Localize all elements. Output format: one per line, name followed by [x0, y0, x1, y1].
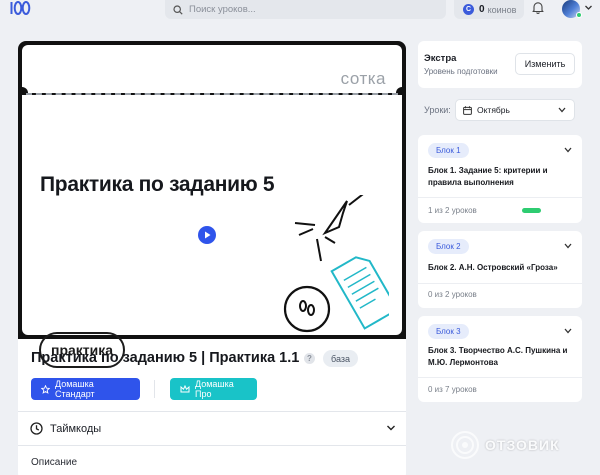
chevron-down-icon — [558, 107, 566, 113]
chevron-down-icon[interactable] — [564, 328, 572, 334]
block-title: Блок 1. Задание 5: критерии и правила вы… — [428, 166, 548, 187]
otzovik-watermark: ОТЗОВИК — [450, 430, 560, 460]
lesson-block[interactable]: Блок 3 Блок 3. Творчество А.С. Пушкина и… — [418, 316, 582, 402]
star-icon — [41, 384, 50, 394]
divider — [418, 283, 582, 284]
crown-icon — [180, 385, 190, 393]
level-subtitle: Уровень подготовки — [424, 67, 498, 76]
calendar-icon — [463, 105, 472, 115]
lessons-label: Уроки: — [424, 105, 451, 115]
slide-title: Практика по заданию 5 — [40, 173, 275, 196]
sotka-logo[interactable] — [9, 0, 31, 16]
coins-label: коинов — [487, 4, 517, 15]
month-select[interactable]: Октябрь — [455, 99, 575, 121]
button-divider — [154, 380, 155, 398]
lessons-filter: Уроки: Октябрь — [418, 97, 582, 123]
video-slide-header: сотка — [22, 45, 402, 93]
level-card: Экстра Уровень подготовки Изменить — [418, 41, 582, 88]
block-progress-text: 0 из 2 уроков — [428, 290, 477, 299]
brand-watermark: сотка — [340, 69, 386, 88]
level-badge: база — [323, 350, 358, 367]
illustration-doodle — [283, 195, 389, 333]
block-title: Блок 3. Творчество А.С. Пушкина и М.Ю. Л… — [428, 346, 568, 367]
video-player[interactable]: сотка Практика по заданию 5 практика — [18, 41, 406, 368]
coins-balance[interactable]: C 0 коинов — [454, 0, 524, 19]
divider — [418, 197, 582, 198]
coins-count: 0 — [479, 4, 485, 15]
online-status-dot — [576, 12, 582, 18]
block-tag: Блок 1 — [428, 143, 469, 158]
play-button[interactable] — [198, 226, 216, 244]
search-bar[interactable] — [165, 0, 446, 19]
help-icon[interactable]: ? — [304, 353, 315, 364]
lesson-card: сотка Практика по заданию 5 практика Пра… — [18, 41, 406, 475]
homework-standard-label: Домашка Стандарт — [55, 379, 95, 399]
description-heading: Описание — [31, 457, 78, 468]
clock-icon — [30, 422, 43, 435]
lesson-title: Практика по заданию 5 | Практика 1.1 — [31, 350, 300, 366]
block-progress-text: 1 из 2 уроков — [428, 206, 477, 215]
timecodes-label: Таймкоды — [50, 422, 102, 435]
block-tag: Блок 2 — [428, 239, 469, 254]
block-progress-text: 0 из 7 уроков — [428, 385, 477, 394]
divider — [418, 377, 582, 378]
ticket-divider — [26, 93, 398, 95]
search-input[interactable] — [189, 4, 429, 15]
otzovik-logo-icon — [451, 431, 479, 459]
chevron-down-icon[interactable] — [564, 147, 572, 153]
search-icon — [173, 4, 183, 15]
bell-icon[interactable] — [532, 1, 544, 14]
month-value: Октябрь — [477, 105, 510, 115]
coin-icon: C — [463, 4, 474, 15]
watermark-text: ОТЗОВИК — [485, 437, 560, 453]
block-progress-bar — [522, 208, 541, 213]
lesson-block[interactable]: Блок 2 Блок 2. А.Н. Островский «Гроза» 0… — [418, 231, 582, 308]
chevron-down-icon[interactable] — [584, 3, 593, 12]
timecodes-toggle[interactable]: Таймкоды — [18, 412, 406, 445]
homework-standard-button[interactable]: Домашка Стандарт — [31, 378, 140, 400]
top-bar: C 0 коинов — [0, 0, 600, 26]
level-title: Экстра — [424, 53, 457, 64]
chevron-down-icon — [387, 425, 395, 431]
change-level-button[interactable]: Изменить — [515, 53, 575, 75]
block-title: Блок 2. А.Н. Островский «Гроза» — [428, 263, 558, 272]
chevron-down-icon[interactable] — [564, 243, 572, 249]
play-icon — [204, 231, 210, 239]
block-tag: Блок 3 — [428, 324, 469, 339]
video-slide-body: Практика по заданию 5 практика — [22, 95, 402, 368]
homework-pro-button[interactable]: Домашка Про — [170, 378, 257, 400]
divider — [18, 445, 406, 446]
homework-pro-label: Домашка Про — [195, 379, 234, 399]
lesson-block[interactable]: Блок 1 Блок 1. Задание 5: критерии и пра… — [418, 135, 582, 223]
